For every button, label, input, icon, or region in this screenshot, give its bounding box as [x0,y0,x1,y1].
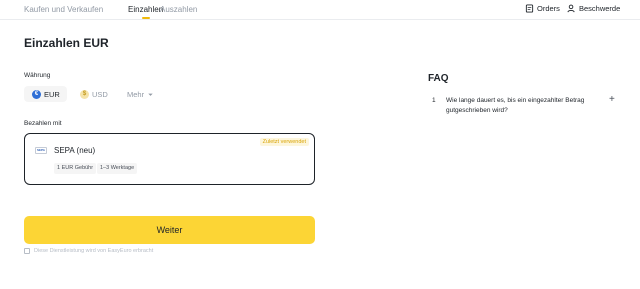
currency-label: Währung [24,72,51,79]
currency-eur-label: EUR [44,89,60,99]
currency-option-eur[interactable]: € EUR [24,86,67,102]
faq-title: FAQ [428,73,449,84]
continue-button[interactable]: Weiter [24,216,315,244]
sepa-logo-icon: SEPA [35,147,47,154]
tab-einzahlen[interactable]: Einzahlen [128,5,163,14]
euro-coin-icon: € [32,89,41,99]
complaints-link[interactable]: Beschwerde [567,4,620,13]
currency-option-usd[interactable]: $ USD [80,86,108,102]
currency-more-dropdown[interactable]: Mehr [127,86,154,102]
more-label: Mehr [127,89,145,99]
active-tab-indicator [142,17,150,19]
faq-item-number: 1 [432,97,436,104]
footnote-text: Diese Dienstleistung wird von EasyEuro e… [34,248,154,254]
faq-item-question[interactable]: Wie lange dauert es, bis ein eingezahlte… [446,96,606,116]
person-icon [567,4,575,13]
tab-kaufen-und-verkaufen[interactable]: Kaufen und Verkaufen [24,5,103,14]
orders-link[interactable]: Orders [525,4,560,13]
last-used-badge: Zuletzt verwendet [259,138,309,146]
info-icon [24,248,30,254]
dollar-coin-icon: $ [80,89,89,99]
duration-chip: 1–3 Werktage [97,163,138,174]
chevron-down-icon [148,93,153,96]
service-footnote: Diese Dienstleistung wird von EasyEuro e… [24,248,153,254]
expand-plus-icon[interactable]: + [609,94,615,105]
complaints-label: Beschwerde [579,4,621,13]
orders-icon [525,4,534,13]
payment-method-card-sepa[interactable]: Zuletzt verwendet SEPA SEPA (neu) 1 EUR … [24,133,315,185]
fee-chip: 1 EUR Gebühr [54,163,97,174]
top-navigation: Kaufen und Verkaufen Einzahlen Auszahlen… [0,0,640,20]
payment-label: Bezahlen mit [24,120,62,127]
orders-label: Orders [537,4,560,13]
currency-usd-label: USD [92,89,108,99]
payment-method-name: SEPA (neu) [54,146,96,155]
page-title: Einzahlen EUR [24,36,109,50]
tab-auszahlen[interactable]: Auszahlen [160,5,197,14]
